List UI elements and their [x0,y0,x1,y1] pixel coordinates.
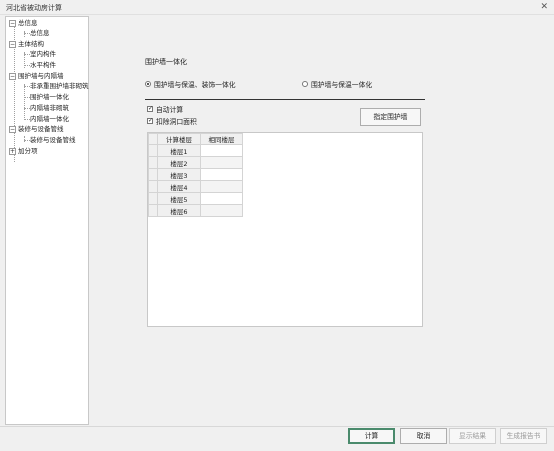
checkbox-label: 自动计算 [156,106,184,114]
radio-unselected-icon[interactable] [302,81,308,87]
tree-item-horizontal-components[interactable]: 水平构件 [30,60,56,70]
tree-item-label: 内隔墙非砌筑 [30,104,69,112]
tree-item-label: 装修与设备管线 [30,136,76,144]
column-header[interactable]: 相同楼层 [200,133,243,145]
title-bar: 河北省被动房计算 ✕ [0,0,554,15]
expand-icon[interactable]: + [9,147,16,155]
deduct-opening-checkbox[interactable]: ✓ 扣除洞口面积 [147,116,197,126]
tree-connector [24,31,25,37]
table-cell[interactable] [200,180,243,193]
tree-group-main-structure[interactable]: − 主体结构 [9,39,44,49]
tree-connector [24,84,25,120]
radio-label: 围护墙与保温、装饰一体化 [154,81,236,89]
row-header[interactable] [148,156,158,169]
table-cell[interactable]: 楼层2 [157,156,201,169]
section-title: 围护墙一体化 [145,58,187,66]
nav-tree: − 总信息 总信息 − 主体结构 室内构件 水平构件 − 围护墙与内隔墙 非承重围护墙… [5,16,89,425]
collapse-icon[interactable]: − [9,40,16,48]
row-header[interactable] [148,192,158,205]
table-cell[interactable] [200,204,243,217]
floor-table: 计算楼层 相同楼层 楼层1 楼层2 楼层3 楼层4 楼层5 楼层6 [148,133,243,217]
divider [145,99,425,100]
table-cell[interactable] [200,144,243,157]
table-cell[interactable] [200,156,243,169]
tree-item-partition-integration[interactable]: 内隔墙一体化 [30,114,69,124]
checkbox-checked-icon[interactable]: ✓ [147,118,153,124]
tree-group-label: 总信息 [18,19,38,27]
main-panel: 围护墙一体化 围护墙与保温、装饰一体化 围护墙与保温一体化 ✓ 自动计算 ✓ 扣… [90,16,549,425]
radio-selected-icon[interactable] [145,81,151,87]
collapse-icon[interactable]: − [9,125,16,133]
footer-divider [0,426,554,427]
tree-group-label: 加分项 [18,147,38,155]
radio-label: 围护墙与保温一体化 [311,81,373,89]
row-header[interactable] [148,180,158,193]
tree-group-decoration[interactable]: − 装修与设备管线 [9,124,64,134]
tree-item-indoor-components[interactable]: 室内构件 [30,49,56,59]
table-row: 楼层5 [148,192,243,205]
floor-grid: 计算楼层 相同楼层 楼层1 楼层2 楼层3 楼层4 楼层5 楼层6 [147,132,423,327]
tree-group-label: 装修与设备管线 [18,125,64,133]
tree-item-general-info[interactable]: 总信息 [30,28,50,38]
tree-group-walls[interactable]: − 围护墙与内隔墙 [9,71,64,81]
row-header-corner [148,133,158,145]
checkbox-label: 扣除洞口面积 [156,118,197,126]
table-row: 楼层6 [148,204,243,217]
collapse-icon[interactable]: − [9,19,16,27]
show-result-button[interactable]: 显示结果 [449,428,496,444]
auto-calc-checkbox[interactable]: ✓ 自动计算 [147,104,183,114]
tree-item-label: 水平构件 [30,61,56,69]
table-row: 楼层4 [148,180,243,193]
collapse-icon[interactable]: − [9,72,16,80]
column-header[interactable]: 计算楼层 [157,133,201,145]
tree-group-general[interactable]: − 总信息 [9,18,38,28]
window-title: 河北省被动房计算 [6,4,62,12]
table-header-row: 计算楼层 相同楼层 [148,133,243,145]
tree-item-label: 总信息 [30,29,50,37]
tree-item-label: 室内构件 [30,50,56,58]
table-cell[interactable] [200,168,243,181]
table-row: 楼层3 [148,168,243,181]
radio-wall-insulation-decoration[interactable]: 围护墙与保温、装饰一体化 [145,79,236,89]
table-cell[interactable] [200,192,243,205]
table-cell[interactable]: 楼层6 [157,204,201,217]
tree-item-label: 围护墙一体化 [30,93,69,101]
table-cell[interactable]: 楼层5 [157,192,201,205]
table-cell[interactable]: 楼层4 [157,180,201,193]
tree-group-label: 围护墙与内隔墙 [18,72,64,80]
tree-item-label: 内隔墙一体化 [30,115,69,123]
tree-group-bonus[interactable]: + 加分项 [9,146,38,156]
tree-group-label: 主体结构 [18,40,44,48]
cancel-button[interactable]: 取消 [400,428,447,444]
row-header[interactable] [148,168,158,181]
tree-item-wall-integration[interactable]: 围护墙一体化 [30,92,69,102]
tree-item-decoration[interactable]: 装修与设备管线 [30,135,76,145]
row-header[interactable] [148,204,158,217]
table-cell[interactable]: 楼层1 [157,144,201,157]
row-header[interactable] [148,144,158,157]
radio-wall-insulation[interactable]: 围护墙与保温一体化 [302,79,372,89]
table-row: 楼层2 [148,156,243,169]
table-cell[interactable]: 楼层3 [157,168,201,181]
tree-item-label: 非承重围护墙非砌筑 [30,82,89,90]
assign-wall-button[interactable]: 指定围护墙 [360,108,421,126]
close-icon[interactable]: ✕ [540,2,548,12]
table-row: 楼层1 [148,144,243,157]
tree-item-partition-nonmasonry[interactable]: 内隔墙非砌筑 [30,103,69,113]
calculate-button[interactable]: 计算 [348,428,395,444]
tree-connector [24,136,25,142]
tree-item-nonbearing-wall[interactable]: 非承重围护墙非砌筑 [30,81,89,91]
generate-report-button[interactable]: 生成报告书 [500,428,547,444]
checkbox-checked-icon[interactable]: ✓ [147,106,153,112]
